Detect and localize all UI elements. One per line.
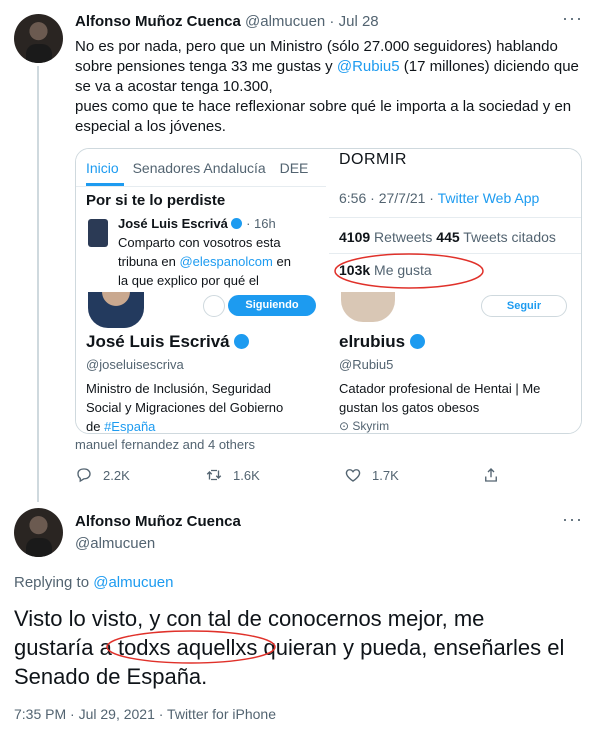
tweet-text: Visto lo visto, y con tal de conocernos … (14, 606, 565, 689)
reply-count: 2.2K (103, 467, 130, 483)
replying-to-handle[interactable]: @almucuen (93, 574, 173, 591)
media-image-left[interactable]: Inicio Senadores Andalucía DEE Por si te… (76, 149, 326, 433)
more-options-icon[interactable]: ··· (562, 8, 583, 29)
reply-button[interactable]: 2.2K (75, 466, 130, 484)
annotation-circle (334, 253, 484, 289)
share-button[interactable] (482, 466, 500, 484)
retweet-count: 1.6K (233, 467, 260, 483)
media-image-right[interactable]: DORMIR 6:56 · 27/7/21 · Twitter Web App … (329, 149, 581, 433)
author-name[interactable]: Alfonso Muñoz Cuenca (75, 513, 241, 530)
like-button[interactable]: 1.7K (344, 466, 399, 484)
verified-icon (409, 334, 425, 349)
replying-to-label: Replying to (14, 574, 94, 591)
author-handle[interactable]: @almucuen (75, 535, 155, 552)
media-card[interactable]: Inicio Senadores Andalucía DEE Por si te… (75, 148, 582, 434)
notification-bell-icon (203, 295, 225, 317)
thread-line (37, 66, 39, 502)
profile-name-left: José Luis Escrivá (86, 332, 230, 351)
tabs-divider (76, 186, 326, 187)
profile-photo-left (88, 292, 144, 328)
profile-handle-right: @Rubiu5 (339, 357, 394, 372)
inner-author-name: José Luis Escrivá (118, 216, 228, 231)
annotation-circle (106, 630, 276, 664)
reply-icon (77, 468, 91, 483)
location-icon: ⊙ (339, 419, 350, 433)
profile-handle-left: @joseluisescriva (86, 357, 184, 372)
tab-inicio: Inicio (86, 160, 119, 176)
author-avatar[interactable] (14, 14, 63, 63)
author-handle-time[interactable]: @almucuen · Jul 28 (245, 13, 379, 30)
verified-icon (231, 218, 243, 229)
follow-button: Seguir (481, 295, 567, 317)
retweet-button[interactable]: 1.6K (205, 466, 260, 484)
tab-dee: DEE (279, 160, 309, 176)
inner-avatar (88, 219, 108, 247)
heart-icon (345, 469, 361, 482)
tweet-text: No es por nada, pero que un Ministro (só… (75, 38, 579, 135)
tab-senadores: Senadores Andalucía (132, 160, 266, 176)
tagged-people[interactable]: manuel fernandez and 4 others (75, 437, 255, 452)
following-button: Siguiendo (228, 295, 316, 316)
tweet-meta: 7:35 PM · Jul 29, 2021 · Twitter for iPh… (14, 706, 276, 722)
profile-name-right: elrubius (339, 332, 406, 351)
retweet-icon (206, 469, 222, 481)
like-count: 1.7K (372, 467, 399, 483)
author-name[interactable]: Alfonso Muñoz Cuenca (75, 13, 241, 30)
mention-link[interactable]: @Rubiu5 (337, 58, 400, 75)
share-icon (485, 468, 497, 482)
quoted-text: DORMIR (339, 151, 407, 168)
panel-heading: Por si te lo perdiste (86, 192, 226, 209)
more-options-icon[interactable]: ··· (562, 509, 583, 530)
verified-icon (234, 334, 250, 349)
profile-photo-right (341, 292, 395, 322)
author-avatar[interactable] (14, 508, 63, 557)
